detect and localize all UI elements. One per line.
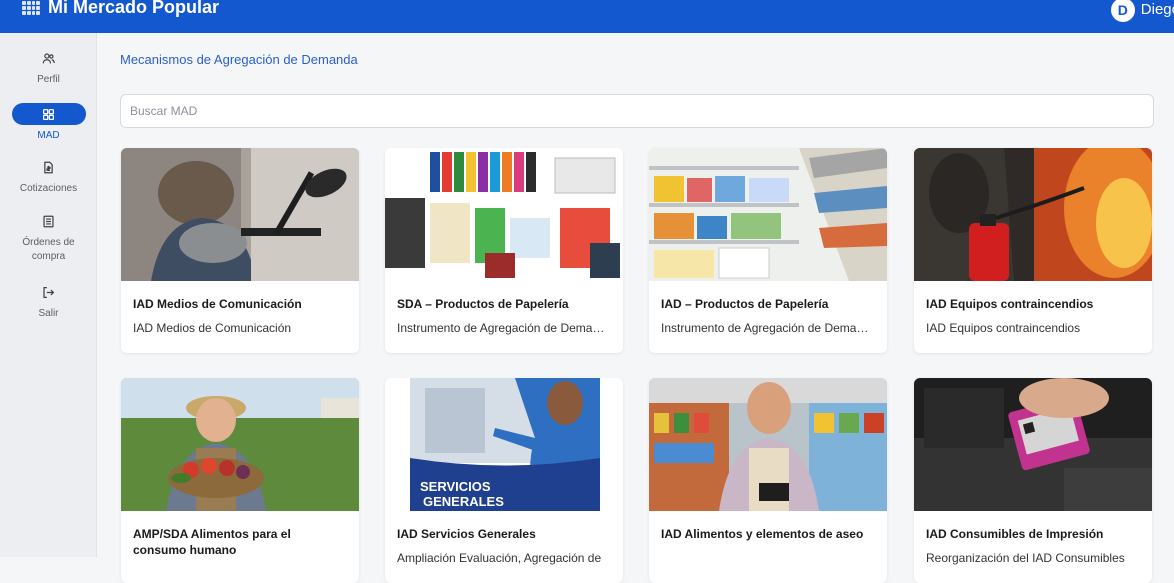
mad-card[interactable]: SERVICIOS GENERALES IAD Servicios Genera… [385, 378, 623, 583]
mad-card[interactable]: SDA – Productos de Papelería Instrumento… [385, 148, 623, 353]
app-title: Mi Mercado Popular [48, 0, 220, 17]
user-name: Diego [1140, 1, 1174, 18]
search-input[interactable] [120, 94, 1154, 128]
card-title: SDA – Productos de Papelería [397, 297, 569, 311]
card-subtitle: IAD Equipos contraincendios [926, 321, 1081, 335]
card-image-grocery-shopkeeper [649, 378, 887, 511]
servicios-generales-image-text: SERVICIOS [420, 479, 491, 494]
sidebar-item-label: Perfil [37, 74, 60, 85]
card-image-printer-cartridge [914, 378, 1152, 511]
card-title: IAD Servicios Generales [397, 527, 536, 541]
main-content: Mecanismos de Agregación de Demanda IAD … [98, 33, 1174, 583]
card-subtitle: IAD Medios de Comunicación [133, 321, 292, 335]
grid-icon [11, 103, 86, 125]
card-title: IAD – Productos de Papelería [661, 297, 829, 311]
card-image-microphone [121, 148, 359, 281]
card-image-servicios-generales: SERVICIOS GENERALES [385, 378, 623, 511]
sidebar: Perfil MAD Cotizaciones Órdenes de compr… [0, 33, 97, 557]
mad-card[interactable]: AMP/SDA Alimentos para el consumo humano [121, 378, 359, 583]
card-title: IAD Alimentos y elementos de aseo [661, 527, 864, 541]
document-icon [12, 156, 86, 178]
mad-card[interactable]: IAD Medios de Comunicación IAD Medios de… [121, 148, 359, 353]
sidebar-item-label: Cotizaciones [19, 183, 78, 194]
card-image-fire-extinguisher [914, 148, 1152, 281]
logout-icon [12, 281, 86, 303]
mad-card[interactable]: IAD – Productos de Papelería Instrumento… [649, 148, 887, 353]
brand-logo-icon [22, 0, 40, 15]
sidebar-item-label: MAD [37, 130, 60, 141]
page-title: Mecanismos de Agregación de Demanda [120, 52, 358, 67]
sidebar-item-ordenes[interactable]: Órdenes de compra [0, 210, 97, 264]
sidebar-item-label: Órdenes de compra [22, 237, 75, 262]
avatar: D [1110, 0, 1135, 22]
mad-card[interactable]: IAD Consumibles de Impresión Reorganizac… [914, 378, 1152, 583]
brand[interactable]: Mi Mercado Popular [22, 0, 219, 18]
users-icon [12, 47, 86, 69]
sidebar-item-mad[interactable]: MAD [0, 103, 97, 143]
sidebar-item-perfil[interactable]: Perfil [0, 47, 97, 87]
svg-text:GENERALES: GENERALES [423, 494, 504, 509]
top-bar: Mi Mercado Popular D Diego [0, 0, 1174, 33]
list-icon [12, 210, 86, 232]
mad-card[interactable]: IAD Equipos contraincendios IAD Equipos … [914, 148, 1152, 353]
card-title: IAD Medios de Comunicación [133, 297, 302, 311]
card-image-store-shelves [649, 148, 887, 281]
card-subtitle: Ampliación Evaluación, Agregación de [397, 551, 602, 565]
sidebar-item-salir[interactable]: Salir [0, 281, 97, 321]
card-title: AMP/SDA Alimentos para el consumo humano [133, 527, 291, 557]
card-subtitle: Reorganización del IAD Consumibles [926, 551, 1125, 565]
card-image-office-supplies [385, 148, 623, 281]
sidebar-item-cotizaciones[interactable]: Cotizaciones [0, 156, 97, 196]
mad-card[interactable]: IAD Alimentos y elementos de aseo [649, 378, 887, 583]
user-menu[interactable]: D Diego [1110, 0, 1174, 22]
card-title: IAD Equipos contraincendios [926, 297, 1094, 311]
card-subtitle: Instrumento de Agregación de Demanda [661, 321, 875, 335]
card-subtitle: Instrumento de Agregación de Demanda [397, 321, 611, 335]
card-title: IAD Consumibles de Impresión [926, 527, 1104, 541]
card-image-farmer-vegetables [121, 378, 359, 511]
sidebar-item-label: Salir [38, 308, 59, 319]
